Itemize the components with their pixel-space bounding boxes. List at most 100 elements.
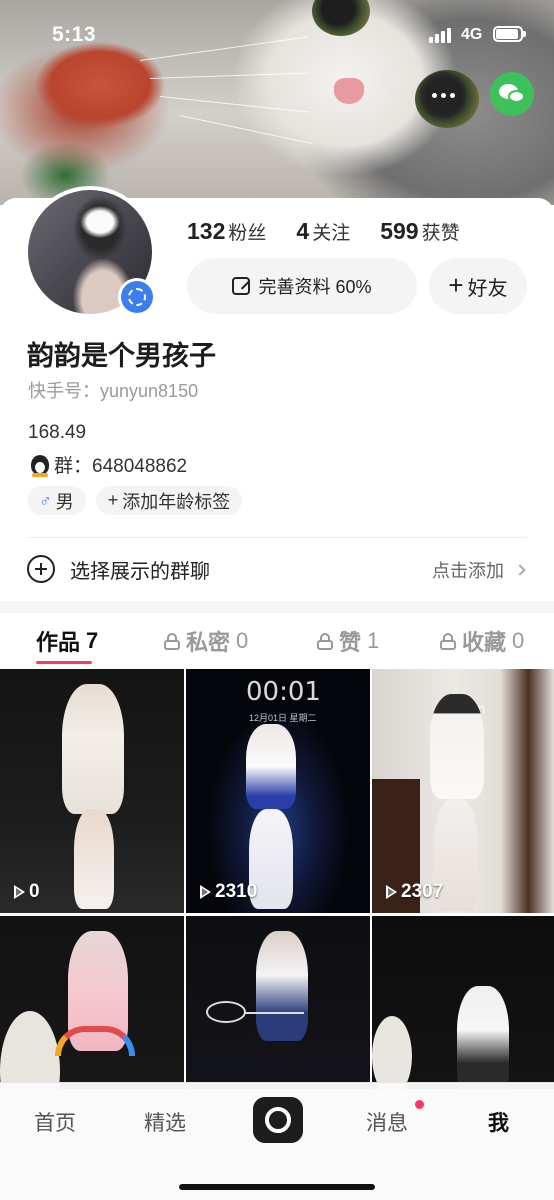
stat-label: 粉丝: [228, 223, 267, 244]
chevron-right-icon: [514, 564, 526, 576]
avatar-story-badge[interactable]: [118, 278, 156, 316]
stat-number: 599: [380, 218, 419, 244]
video-thumbnail[interactable]: [186, 916, 370, 1089]
thumbnail-figure: [74, 809, 114, 909]
bottom-navigation: 首页 精选 消息 我: [0, 1082, 554, 1200]
stat-number: 132: [187, 218, 226, 244]
profile-bio-line: 168.49: [28, 422, 87, 443]
avatar[interactable]: [24, 186, 156, 318]
active-tab-indicator: [36, 661, 92, 664]
edit-icon: [232, 277, 251, 295]
tab-works[interactable]: 作品 7: [36, 625, 98, 657]
play-icon: [14, 885, 25, 899]
dashed-circle-icon: [128, 288, 146, 306]
home-indicator: [179, 1184, 375, 1190]
group-chat-title: 选择展示的群聊: [70, 561, 210, 583]
tab-count: 0: [512, 628, 525, 653]
more-options-button[interactable]: [420, 72, 466, 118]
thumbnail-figure: [457, 986, 509, 1089]
thumbnail-figure: [372, 1016, 412, 1089]
stat-likes[interactable]: 599 获赞: [380, 218, 459, 245]
profile-tags: ♂ 男 + 添加年龄标签: [27, 486, 243, 515]
camera-icon[interactable]: [253, 1097, 303, 1143]
gender-tag-label: 男: [55, 491, 74, 512]
play-count-value: 2307: [401, 881, 444, 902]
profile-bio-line: 群：648048862: [28, 451, 187, 478]
thumbnail-figure: [0, 1011, 60, 1089]
thumbnail-clock-subtext: 12月01日 星期二: [249, 713, 317, 723]
thumbnail-figure: [246, 724, 296, 809]
gender-tag[interactable]: ♂ 男: [27, 486, 86, 515]
video-thumbnail[interactable]: 0: [0, 669, 184, 913]
nav-home[interactable]: 首页: [34, 1107, 76, 1137]
lock-icon: [440, 632, 456, 650]
profile-stats: 132 粉丝 4 关注 599 获赞: [187, 218, 490, 245]
nav-featured[interactable]: 精选: [144, 1107, 186, 1137]
status-time: 5:13: [52, 23, 97, 46]
cover-cat-whisker: [149, 72, 310, 79]
stat-fans[interactable]: 132 粉丝: [187, 218, 266, 245]
lock-icon: [317, 632, 333, 650]
cover-cat-whisker: [179, 115, 313, 145]
play-icon: [386, 885, 397, 899]
play-count: 2307: [386, 881, 443, 903]
profile-bio-group: 群：648048862: [54, 456, 188, 477]
lock-icon: [164, 632, 180, 650]
qq-penguin-icon: [28, 452, 52, 478]
notification-dot: [415, 1100, 424, 1109]
tab-favorites[interactable]: 收藏 0: [440, 625, 524, 657]
video-thumbnail[interactable]: [372, 916, 554, 1089]
profile-name: 韵韵是个男孩子: [27, 341, 216, 371]
add-age-tag-label: 添加年龄标签: [122, 491, 231, 512]
video-thumbnail[interactable]: yunyun 2307: [372, 669, 554, 913]
racket-prop: [206, 1001, 246, 1023]
battery-icon: [493, 26, 526, 42]
plus-icon: +: [448, 270, 464, 300]
complete-profile-button[interactable]: 完善资料 60%: [187, 258, 417, 314]
complete-profile-label: 完善资料 60%: [258, 277, 372, 297]
group-chat-action-label: 点击添加: [432, 561, 504, 581]
stat-label: 获赞: [421, 223, 460, 244]
thumbnail-figure: [430, 694, 484, 799]
stat-label: 关注: [312, 223, 351, 244]
video-grid: 0 00:01 12月01日 星期二 2310 yunyun 2307: [0, 669, 554, 1089]
thumbnail-figure: [256, 931, 308, 1041]
video-thumbnail[interactable]: 00:01 12月01日 星期二 2310: [186, 669, 370, 913]
nav-me[interactable]: 我: [488, 1107, 509, 1137]
stat-number: 4: [296, 218, 310, 244]
stat-following[interactable]: 4 关注: [296, 218, 350, 245]
tab-likes[interactable]: 赞 1: [317, 625, 379, 657]
add-circle-icon: [27, 555, 55, 583]
play-count: 2310: [200, 881, 257, 903]
play-icon: [200, 885, 211, 899]
tab-private[interactable]: 私密 0: [164, 625, 248, 657]
group-chat-row[interactable]: 选择展示的群聊 点击添加: [0, 538, 554, 600]
plus-icon: +: [107, 490, 119, 510]
nav-messages[interactable]: 消息: [366, 1107, 408, 1137]
tab-label: 私密: [186, 630, 231, 655]
content-tabs: 作品 7 私密 0 赞 1 收藏 0: [0, 613, 554, 669]
thumbnail-clock-text: 00:01: [246, 677, 321, 707]
tab-count: 1: [367, 628, 380, 653]
wechat-icon[interactable]: [490, 72, 534, 116]
add-age-tag-button[interactable]: + 添加年龄标签: [95, 486, 243, 515]
add-friend-button[interactable]: + 好友: [429, 258, 527, 314]
video-thumbnail[interactable]: [0, 916, 184, 1089]
cover-cat-whisker: [159, 96, 310, 113]
play-count-value: 0: [29, 881, 40, 902]
tab-label: 作品: [36, 630, 81, 655]
status-bar: 5:13 4G: [0, 0, 554, 70]
play-count: 0: [14, 881, 40, 903]
thumbnail-figure: [62, 684, 124, 814]
section-separator: [0, 601, 554, 613]
group-chat-action[interactable]: 点击添加: [432, 557, 526, 583]
profile-uid[interactable]: 快手号：yunyun8150: [28, 377, 198, 403]
add-friend-label: 好友: [467, 277, 508, 300]
tab-label: 赞: [339, 630, 362, 655]
profile-card: 132 粉丝 4 关注 599 获赞 完善资料 60% + 好友 韵韵是个男孩子…: [0, 186, 554, 608]
male-icon: ♂: [39, 490, 52, 510]
signal-icon: [429, 27, 455, 43]
racket-prop: [244, 1012, 304, 1014]
cover-cat-nose: [334, 78, 364, 104]
tab-count: 7: [86, 628, 99, 653]
